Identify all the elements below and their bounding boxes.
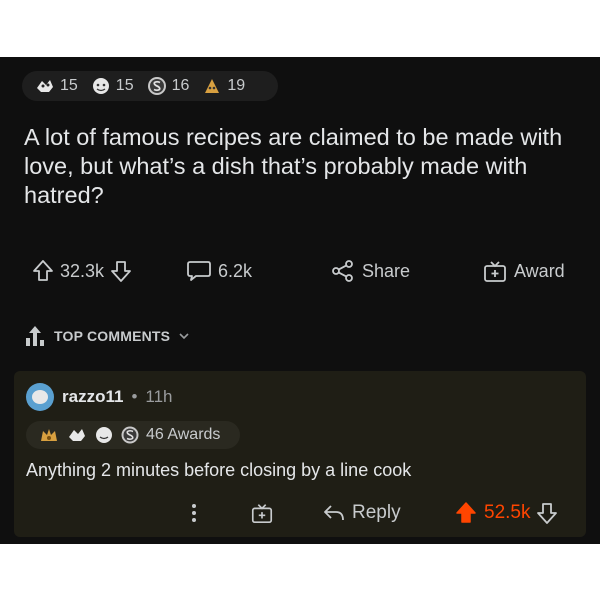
award-helpful: 19 bbox=[201, 76, 245, 96]
post-awards[interactable]: 15 15 16 19 bbox=[22, 71, 278, 101]
hugz-award-icon bbox=[92, 78, 109, 94]
silver-award-icon bbox=[147, 77, 166, 95]
wholesome-award-icon bbox=[69, 429, 85, 441]
reddit-post-screen: 15 15 16 19 A lot of famous recipes are … bbox=[0, 57, 600, 544]
reply-button[interactable]: Reply bbox=[322, 497, 401, 529]
silver-award-icon bbox=[121, 426, 139, 444]
post-title: A lot of famous recipes are claimed to b… bbox=[24, 124, 563, 208]
post-action-bar: 32.3k 6.2k Share Award bbox=[0, 253, 600, 289]
downvote-arrow-icon[interactable] bbox=[536, 501, 558, 525]
top-sort-icon bbox=[26, 326, 44, 346]
vote-group: 32.3k bbox=[32, 253, 132, 289]
award-count: 15 bbox=[60, 77, 78, 94]
post-upvote-count: 32.3k bbox=[60, 260, 105, 281]
wholesome-award-icon bbox=[37, 80, 53, 92]
avatar[interactable] bbox=[26, 383, 54, 411]
comment-score: 52.5k bbox=[484, 502, 531, 523]
comments-button[interactable]: 6.2k bbox=[186, 253, 252, 289]
award-wholesome: 15 bbox=[34, 76, 78, 96]
comment-username[interactable]: razzo11 bbox=[62, 387, 123, 407]
award-hugz: 15 bbox=[90, 76, 134, 96]
share-icon bbox=[332, 260, 353, 282]
post-comment-count: 6.2k bbox=[218, 260, 253, 281]
award-count: 19 bbox=[227, 77, 246, 94]
comment-vote-group: 52.5k bbox=[454, 497, 558, 529]
share-label: Share bbox=[362, 260, 411, 281]
award-label: Award bbox=[514, 260, 565, 281]
upvote-arrow-icon[interactable] bbox=[32, 259, 54, 283]
helpful-award-icon bbox=[41, 429, 57, 441]
reply-label: Reply bbox=[352, 502, 401, 523]
comment-sort-selector[interactable]: TOP COMMENTS bbox=[24, 325, 190, 347]
comment-action-bar: Reply 52.5k bbox=[14, 497, 586, 529]
top-comment: razzo11 • 11h 46 Awards Anything 2 minut… bbox=[14, 371, 586, 537]
more-vertical-icon bbox=[192, 504, 196, 522]
comment-age: 11h bbox=[145, 387, 173, 406]
comment-bubble-icon bbox=[187, 261, 211, 281]
comment-awards-count: 46 Awards bbox=[146, 426, 221, 443]
gift-award-icon bbox=[251, 504, 273, 524]
award-count: 16 bbox=[171, 77, 190, 94]
sort-label: TOP COMMENTS bbox=[54, 328, 171, 344]
award-silver: 16 bbox=[146, 76, 190, 96]
upvote-arrow-icon[interactable] bbox=[454, 501, 478, 525]
helpful-award-icon bbox=[205, 79, 220, 93]
award-count: 15 bbox=[115, 77, 134, 94]
reply-arrow-icon bbox=[324, 505, 344, 521]
comment-body: Anything 2 minutes before closing by a l… bbox=[26, 460, 412, 480]
comment-header: razzo11 • 11h bbox=[26, 383, 173, 411]
more-options-button[interactable] bbox=[190, 497, 198, 529]
downvote-arrow-icon[interactable] bbox=[110, 259, 132, 283]
share-button[interactable]: Share bbox=[330, 253, 410, 289]
chevron-down-icon bbox=[179, 333, 189, 340]
meta-separator: • bbox=[131, 387, 138, 406]
hugz-award-icon bbox=[96, 427, 112, 443]
comment-awards[interactable]: 46 Awards bbox=[26, 421, 240, 449]
gift-award-icon bbox=[484, 261, 506, 282]
comment-award-button[interactable] bbox=[250, 497, 274, 529]
award-button[interactable]: Award bbox=[482, 253, 565, 289]
